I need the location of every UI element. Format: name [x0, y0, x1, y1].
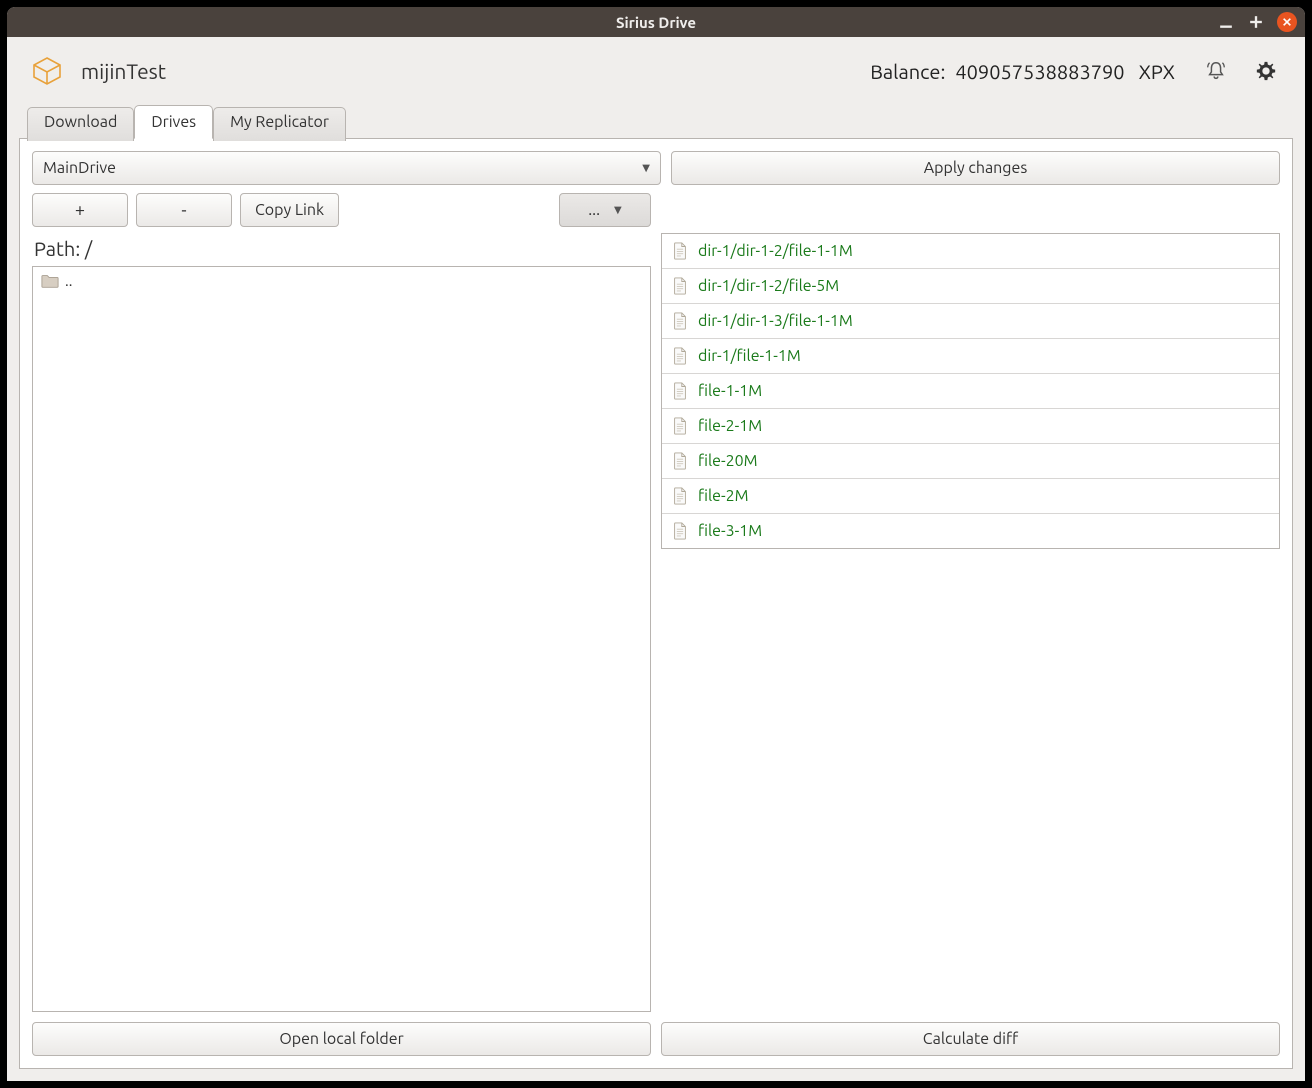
- tab-download[interactable]: Download: [27, 107, 134, 141]
- close-button[interactable]: [1277, 12, 1297, 32]
- copy-link-button[interactable]: Copy Link: [240, 193, 339, 227]
- drive-select-value: MainDrive: [43, 159, 116, 177]
- remove-button[interactable]: -: [136, 193, 232, 227]
- apply-changes-button[interactable]: Apply changes: [671, 151, 1280, 185]
- window-title: Sirius Drive: [616, 14, 696, 31]
- tabs: Download Drives My Replicator: [7, 105, 1305, 139]
- change-row[interactable]: dir-1/dir-1-2/file-1-1M: [662, 234, 1279, 269]
- file-icon: [672, 242, 688, 260]
- cube-icon: [31, 55, 63, 87]
- add-button[interactable]: +: [32, 193, 128, 227]
- top-controls: MainDrive ▼ Apply changes: [32, 151, 1280, 185]
- chevron-down-icon: ▼: [642, 162, 650, 174]
- right-panel: dir-1/dir-1-2/file-1-1M dir-1/dir-1-2/fi…: [661, 233, 1280, 1012]
- titlebar: Sirius Drive: [7, 7, 1305, 37]
- change-row[interactable]: dir-1/file-1-1M: [662, 339, 1279, 374]
- chevron-down-icon: ▼: [614, 204, 622, 216]
- change-row[interactable]: file-1-1M: [662, 374, 1279, 409]
- drive-select[interactable]: MainDrive ▼: [32, 151, 661, 185]
- change-row[interactable]: dir-1/dir-1-2/file-5M: [662, 269, 1279, 304]
- bell-icon[interactable]: [1205, 60, 1227, 82]
- change-path: file-3-1M: [698, 522, 762, 540]
- tab-my-replicator[interactable]: My Replicator: [213, 107, 346, 141]
- file-icon: [672, 522, 688, 540]
- change-path: dir-1/dir-1-3/file-1-1M: [698, 312, 853, 330]
- change-row[interactable]: file-20M: [662, 444, 1279, 479]
- list-item[interactable]: ..: [33, 267, 650, 294]
- app-window: Sirius Drive mijinTest Balance: 40905753…: [7, 7, 1305, 1081]
- maximize-button[interactable]: [1247, 13, 1265, 31]
- file-browser[interactable]: ..: [32, 266, 651, 1012]
- change-path: file-1-1M: [698, 382, 762, 400]
- change-path: file-2-1M: [698, 417, 762, 435]
- file-icon: [672, 452, 688, 470]
- left-panel: Path: / ..: [32, 233, 651, 1012]
- bottom-row: Open local folder Calculate diff: [32, 1022, 1280, 1056]
- file-icon: [672, 277, 688, 295]
- balance-value: 409057538883790: [955, 60, 1124, 83]
- change-path: file-2M: [698, 487, 749, 505]
- file-icon: [672, 312, 688, 330]
- path-label: Path: /: [32, 233, 651, 266]
- change-row[interactable]: dir-1/dir-1-3/file-1-1M: [662, 304, 1279, 339]
- more-label: ...: [588, 201, 600, 219]
- action-row: + - Copy Link ... ▼: [32, 193, 1280, 227]
- more-dropdown[interactable]: ... ▼: [559, 193, 651, 227]
- file-icon: [672, 347, 688, 365]
- list-item-name: ..: [65, 272, 72, 289]
- change-row[interactable]: file-3-1M: [662, 514, 1279, 548]
- tab-drives[interactable]: Drives: [134, 105, 213, 139]
- change-path: dir-1/dir-1-2/file-5M: [698, 277, 839, 295]
- change-row[interactable]: file-2-1M: [662, 409, 1279, 444]
- change-path: dir-1/file-1-1M: [698, 347, 801, 365]
- open-local-folder-button[interactable]: Open local folder: [32, 1022, 651, 1056]
- minimize-button[interactable]: [1217, 13, 1235, 31]
- balance-label: Balance:: [870, 60, 945, 83]
- file-icon: [672, 417, 688, 435]
- balance-currency: XPX: [1139, 60, 1175, 83]
- change-path: dir-1/dir-1-2/file-1-1M: [698, 242, 853, 260]
- window-controls: [1217, 12, 1297, 32]
- account-name: mijinTest: [81, 59, 166, 83]
- change-row[interactable]: file-2M: [662, 479, 1279, 514]
- file-icon: [672, 382, 688, 400]
- calculate-diff-button[interactable]: Calculate diff: [661, 1022, 1280, 1056]
- change-path: file-20M: [698, 452, 758, 470]
- panels: Path: / .. dir-1/dir-1-2/file-1-1M dir-1…: [32, 233, 1280, 1012]
- folder-icon: [41, 273, 59, 289]
- gear-icon[interactable]: [1255, 60, 1277, 82]
- content: MainDrive ▼ Apply changes + - Copy Link …: [19, 138, 1293, 1069]
- header: mijinTest Balance: 409057538883790 XPX: [7, 37, 1305, 105]
- file-icon: [672, 487, 688, 505]
- changes-list[interactable]: dir-1/dir-1-2/file-1-1M dir-1/dir-1-2/fi…: [661, 233, 1280, 549]
